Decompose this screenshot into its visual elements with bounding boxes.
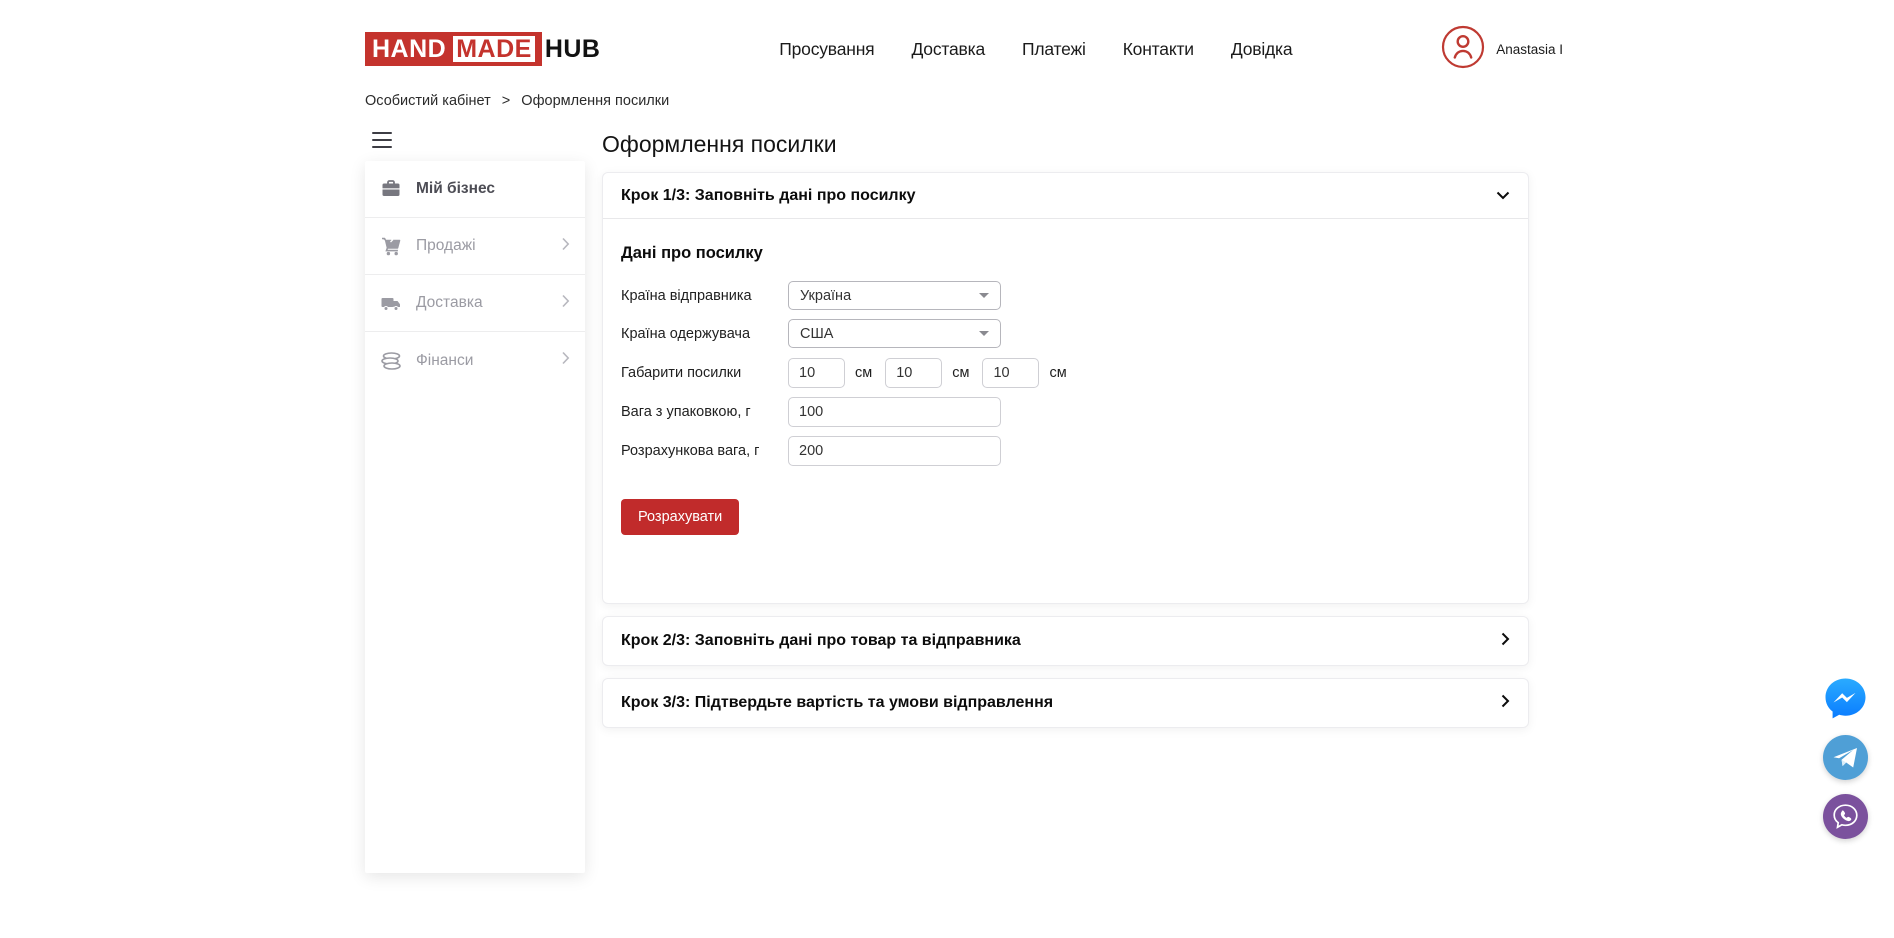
viber-icon[interactable] [1823,794,1868,839]
chevron-right-icon [561,294,570,313]
sender-country-select[interactable]: Україна [788,281,1001,310]
cart-icon [380,235,402,257]
step-3-label: Крок 3/3: Підтвердьте вартість та умови … [621,694,1053,712]
logo-text-hub: HUB [545,35,601,64]
sidebar-item-delivery[interactable]: Доставка [365,275,585,332]
unit-label: см [952,365,969,381]
page-container: HAND MADE HUB Просування Доставка Платеж… [365,0,1529,873]
recipient-country-row: Країна одержувача США [621,319,1510,348]
chevron-right-icon [1501,632,1510,651]
nav-item-delivery[interactable]: Доставка [911,39,985,60]
breadcrumb-separator: > [502,93,510,109]
weight-label: Вага з упаковкою, г [621,404,788,420]
step-3-header[interactable]: Крок 3/3: Підтвердьте вартість та умови … [603,679,1528,727]
breadcrumb: Особистий кабінет > Оформлення посилки [365,93,1529,109]
step-2-header[interactable]: Крок 2/3: Заповніть дані про товар та ві… [603,617,1528,665]
main: Оформлення посилки Крок 1/3: Заповніть д… [602,130,1529,740]
recipient-country-select[interactable]: США [788,319,1001,348]
logo[interactable]: HAND MADE HUB [365,32,601,66]
user-avatar-icon [1441,25,1485,74]
logo-red-box: HAND MADE [365,32,542,66]
header: HAND MADE HUB Просування Доставка Платеж… [365,0,1529,68]
step-1-header[interactable]: Крок 1/3: Заповніть дані про посилку [603,173,1528,219]
hamburger-icon[interactable] [372,132,392,148]
caret-down-icon [979,331,989,336]
calc-weight-row: Розрахункова вага, г [621,436,1510,466]
calculate-button[interactable]: Розрахувати [621,499,739,535]
briefcase-icon [380,178,402,200]
page-title: Оформлення посилки [602,130,1529,158]
sidebar-item-sales[interactable]: Продажі [365,218,585,275]
sidebar-item-label: Продажі [416,237,476,255]
content: Мій бізнес Продажі [365,130,1529,873]
logo-text-made: MADE [453,36,535,62]
telegram-icon[interactable] [1823,735,1868,780]
unit-label: см [855,365,872,381]
step-1-card: Крок 1/3: Заповніть дані про посилку Дан… [602,172,1529,604]
sidebar: Мій бізнес Продажі [365,130,585,873]
nav-item-help[interactable]: Довідка [1231,39,1293,60]
calc-weight-label: Розрахункова вага, г [621,443,788,459]
sidebar-panel: Мій бізнес Продажі [365,161,585,873]
sidebar-item-label: Мій бізнес [416,180,495,198]
calc-weight-input[interactable] [788,436,1001,466]
step-2-card: Крок 2/3: Заповніть дані про товар та ві… [602,616,1529,666]
weight-input[interactable] [788,397,1001,427]
nav-item-promotion[interactable]: Просування [779,39,874,60]
unit-label: см [1049,365,1066,381]
sender-country-row: Країна відправника Україна [621,281,1510,310]
chevron-down-icon [1496,187,1510,205]
user-menu[interactable]: Anastasia I [1441,25,1563,74]
main-nav: Просування Доставка Платежі Контакти Дов… [749,39,1292,60]
dimension-height-input[interactable] [982,358,1039,388]
chevron-right-icon [561,351,570,370]
chevron-right-icon [561,237,570,256]
sidebar-item-finance[interactable]: Фінанси [365,332,585,389]
logo-text-hand: HAND [372,35,446,64]
dimensions-row: Габарити посилки см см см [621,358,1510,388]
breadcrumb-current: Оформлення посилки [521,93,669,109]
sidebar-item-label: Доставка [416,294,483,312]
sidebar-item-my-business[interactable]: Мій бізнес [365,161,585,218]
breadcrumb-link-account[interactable]: Особистий кабінет [365,93,491,109]
step-1-body: Дані про посилку Країна відправника Укра… [603,219,1528,603]
sender-country-value: Україна [800,288,851,304]
dimension-length-input[interactable] [788,358,845,388]
recipient-country-label: Країна одержувача [621,326,788,342]
form-heading: Дані про посилку [621,244,1510,263]
sidebar-item-label: Фінанси [416,352,473,370]
recipient-country-value: США [800,326,833,342]
user-name: Anastasia I [1496,42,1563,57]
sender-country-label: Країна відправника [621,288,788,304]
messenger-icon[interactable] [1823,676,1868,721]
nav-item-contacts[interactable]: Контакти [1123,39,1194,60]
coins-icon [380,350,402,372]
dimension-width-input[interactable] [885,358,942,388]
step-1-label: Крок 1/3: Заповніть дані про посилку [621,187,916,205]
truck-icon [380,292,402,314]
social-buttons [1823,676,1868,839]
chevron-right-icon [1501,694,1510,713]
weight-row: Вага з упаковкою, г [621,397,1510,427]
caret-down-icon [979,293,989,298]
step-3-card: Крок 3/3: Підтвердьте вартість та умови … [602,678,1529,728]
dimensions-label: Габарити посилки [621,365,788,381]
nav-item-payments[interactable]: Платежі [1022,39,1086,60]
step-2-label: Крок 2/3: Заповніть дані про товар та ві… [621,632,1021,650]
